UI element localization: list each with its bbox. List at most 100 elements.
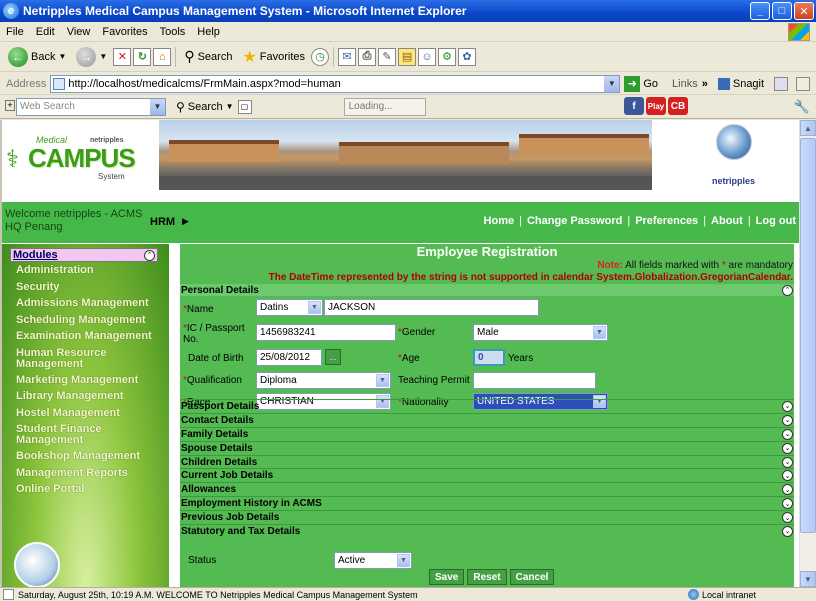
- section-children-details[interactable]: Children Details ⌄: [180, 454, 794, 469]
- section-contact-details[interactable]: Contact Details ⌄: [180, 412, 794, 427]
- section-spouse-details[interactable]: Spouse Details ⌄: [180, 440, 794, 455]
- module-management-reports[interactable]: Management Reports: [16, 467, 166, 479]
- web-search-button[interactable]: ⚲ Search ▼: [172, 98, 238, 116]
- msn-icon[interactable]: ✿: [458, 47, 477, 66]
- calendar-button[interactable]: ...: [325, 349, 341, 365]
- edit-icon[interactable]: ✎: [378, 47, 397, 66]
- web-search-input[interactable]: Web Search ▼: [16, 97, 166, 116]
- expand-icon[interactable]: ⌄: [782, 428, 793, 440]
- module-scheduling[interactable]: Scheduling Management: [16, 314, 166, 326]
- minimize-button[interactable]: _: [750, 2, 770, 20]
- module-online-portal[interactable]: Online Portal: [16, 484, 166, 495]
- back-button[interactable]: ← Back ▼: [4, 45, 70, 69]
- module-examination[interactable]: Examination Management: [16, 331, 166, 342]
- about-link[interactable]: About: [711, 215, 743, 227]
- expand-icon[interactable]: ⌄: [782, 512, 793, 524]
- cancel-button[interactable]: Cancel: [509, 569, 555, 585]
- module-bookshop[interactable]: Bookshop Management: [16, 451, 166, 462]
- web-search-dropdown-icon[interactable]: ▼: [150, 98, 165, 115]
- modules-header[interactable]: Modules ⌃: [10, 248, 158, 262]
- section-passport-details[interactable]: Passport Details ⌄: [180, 399, 794, 413]
- wrench-icon[interactable]: 🔧: [794, 99, 810, 115]
- collapse-icon[interactable]: ⌃: [782, 284, 793, 296]
- toolbar-add-icon[interactable]: +: [5, 100, 15, 111]
- expand-icon[interactable]: ⌄: [782, 498, 793, 510]
- home-link[interactable]: Home: [484, 215, 515, 227]
- module-security[interactable]: Security: [16, 281, 166, 293]
- vertical-scrollbar[interactable]: ▲ ▼: [799, 120, 816, 587]
- save-button[interactable]: Save: [429, 569, 465, 585]
- mail-icon[interactable]: ✉: [338, 47, 357, 66]
- section-current-job-details[interactable]: Current Job Details ⌄: [180, 468, 794, 482]
- scroll-up-icon[interactable]: ▲: [800, 120, 816, 136]
- research-icon[interactable]: ⚙: [438, 47, 457, 66]
- close-button[interactable]: ✕: [794, 2, 814, 20]
- module-admissions[interactable]: Admissions Management: [16, 298, 166, 309]
- campus-logo[interactable]: ⚕ Medical netripples CAMPUS System: [6, 135, 136, 183]
- expand-icon[interactable]: ⌄: [782, 484, 793, 496]
- messenger-icon[interactable]: ☺: [418, 47, 437, 66]
- print-icon[interactable]: ⎙: [358, 47, 377, 66]
- expand-icon[interactable]: ⌄: [782, 456, 793, 468]
- dob-input[interactable]: 25/08/2012: [256, 349, 322, 366]
- play-icon[interactable]: Play: [646, 97, 666, 115]
- menu-view[interactable]: View: [61, 26, 97, 38]
- section-employment-history[interactable]: Employment History in ACMS ⌄: [180, 496, 794, 510]
- section-statutory-tax-details[interactable]: Statutory and Tax Details ⌄: [180, 524, 794, 538]
- menu-file[interactable]: File: [0, 26, 30, 38]
- highlight-icon[interactable]: ▢: [237, 99, 252, 114]
- address-input[interactable]: http://localhost/medicalcms/FrmMain.aspx…: [50, 74, 621, 93]
- module-library[interactable]: Library Management: [16, 391, 166, 402]
- forward-button[interactable]: → ▼: [72, 45, 111, 69]
- notes-icon[interactable]: ▤: [398, 47, 417, 66]
- module-human-resource[interactable]: Human Resource Management: [16, 347, 116, 370]
- address-dropdown-icon[interactable]: ▼: [604, 75, 620, 92]
- teaching-permit-input[interactable]: [473, 372, 596, 389]
- scroll-down-icon[interactable]: ▼: [800, 571, 816, 587]
- menu-help[interactable]: Help: [191, 26, 226, 38]
- scroll-thumb[interactable]: [800, 138, 816, 533]
- maximize-button[interactable]: □: [772, 2, 792, 20]
- refresh-icon[interactable]: ↻: [133, 47, 152, 66]
- section-allowances[interactable]: Allowances ⌄: [180, 482, 794, 496]
- home-icon[interactable]: ⌂: [153, 47, 172, 66]
- expand-icon[interactable]: ⌄: [782, 525, 793, 537]
- reset-button[interactable]: Reset: [467, 569, 507, 585]
- menu-edit[interactable]: Edit: [30, 26, 61, 38]
- expand-icon[interactable]: ⌄: [782, 442, 793, 454]
- title-select[interactable]: Datins ▼: [256, 299, 323, 316]
- expand-icon[interactable]: ⌄: [782, 400, 793, 412]
- menu-tools[interactable]: Tools: [154, 26, 192, 38]
- menu-favorites[interactable]: Favorites: [96, 26, 153, 38]
- window-titlebar[interactable]: e Netripples Medical Campus Management S…: [0, 0, 816, 22]
- forward-dropdown-icon[interactable]: ▼: [99, 52, 107, 61]
- expand-icon[interactable]: ⌄: [782, 414, 793, 426]
- module-student-finance[interactable]: Student Finance Management: [16, 424, 116, 446]
- history-icon[interactable]: ◷: [311, 47, 330, 66]
- snagit-window-icon[interactable]: [796, 76, 811, 91]
- links-chevron-icon[interactable]: »: [702, 78, 708, 90]
- name-input[interactable]: JACKSON: [324, 299, 539, 316]
- snagit-label[interactable]: Snagit: [733, 78, 764, 90]
- module-administration[interactable]: Administration: [16, 265, 166, 276]
- ic-input[interactable]: 1456983241: [256, 324, 396, 341]
- section-family-details[interactable]: Family Details ⌄: [180, 426, 794, 441]
- stop-icon[interactable]: ✕: [113, 47, 132, 66]
- module-hostel[interactable]: Hostel Management: [16, 407, 166, 419]
- status-select[interactable]: Active ▼: [334, 552, 412, 569]
- search-button[interactable]: ⚲ Search: [180, 46, 236, 67]
- gender-select[interactable]: Male ▼: [473, 324, 608, 341]
- section-previous-job-details[interactable]: Previous Job Details ⌄: [180, 510, 794, 524]
- cb-icon[interactable]: CB: [668, 97, 688, 115]
- back-dropdown-icon[interactable]: ▼: [58, 52, 66, 61]
- expand-icon[interactable]: ⌄: [782, 470, 793, 482]
- preferences-link[interactable]: Preferences: [635, 215, 698, 227]
- change-password-link[interactable]: Change Password: [527, 215, 622, 227]
- snagit-capture-icon[interactable]: [774, 76, 789, 91]
- module-marketing[interactable]: Marketing Management: [16, 374, 166, 386]
- collapse-icon[interactable]: ⌃: [144, 249, 155, 261]
- logout-link[interactable]: Log out: [756, 215, 796, 227]
- links-label[interactable]: Links: [672, 78, 698, 90]
- security-zone[interactable]: Local intranet: [687, 589, 756, 600]
- personal-details-header[interactable]: Personal Details ⌃: [180, 284, 794, 296]
